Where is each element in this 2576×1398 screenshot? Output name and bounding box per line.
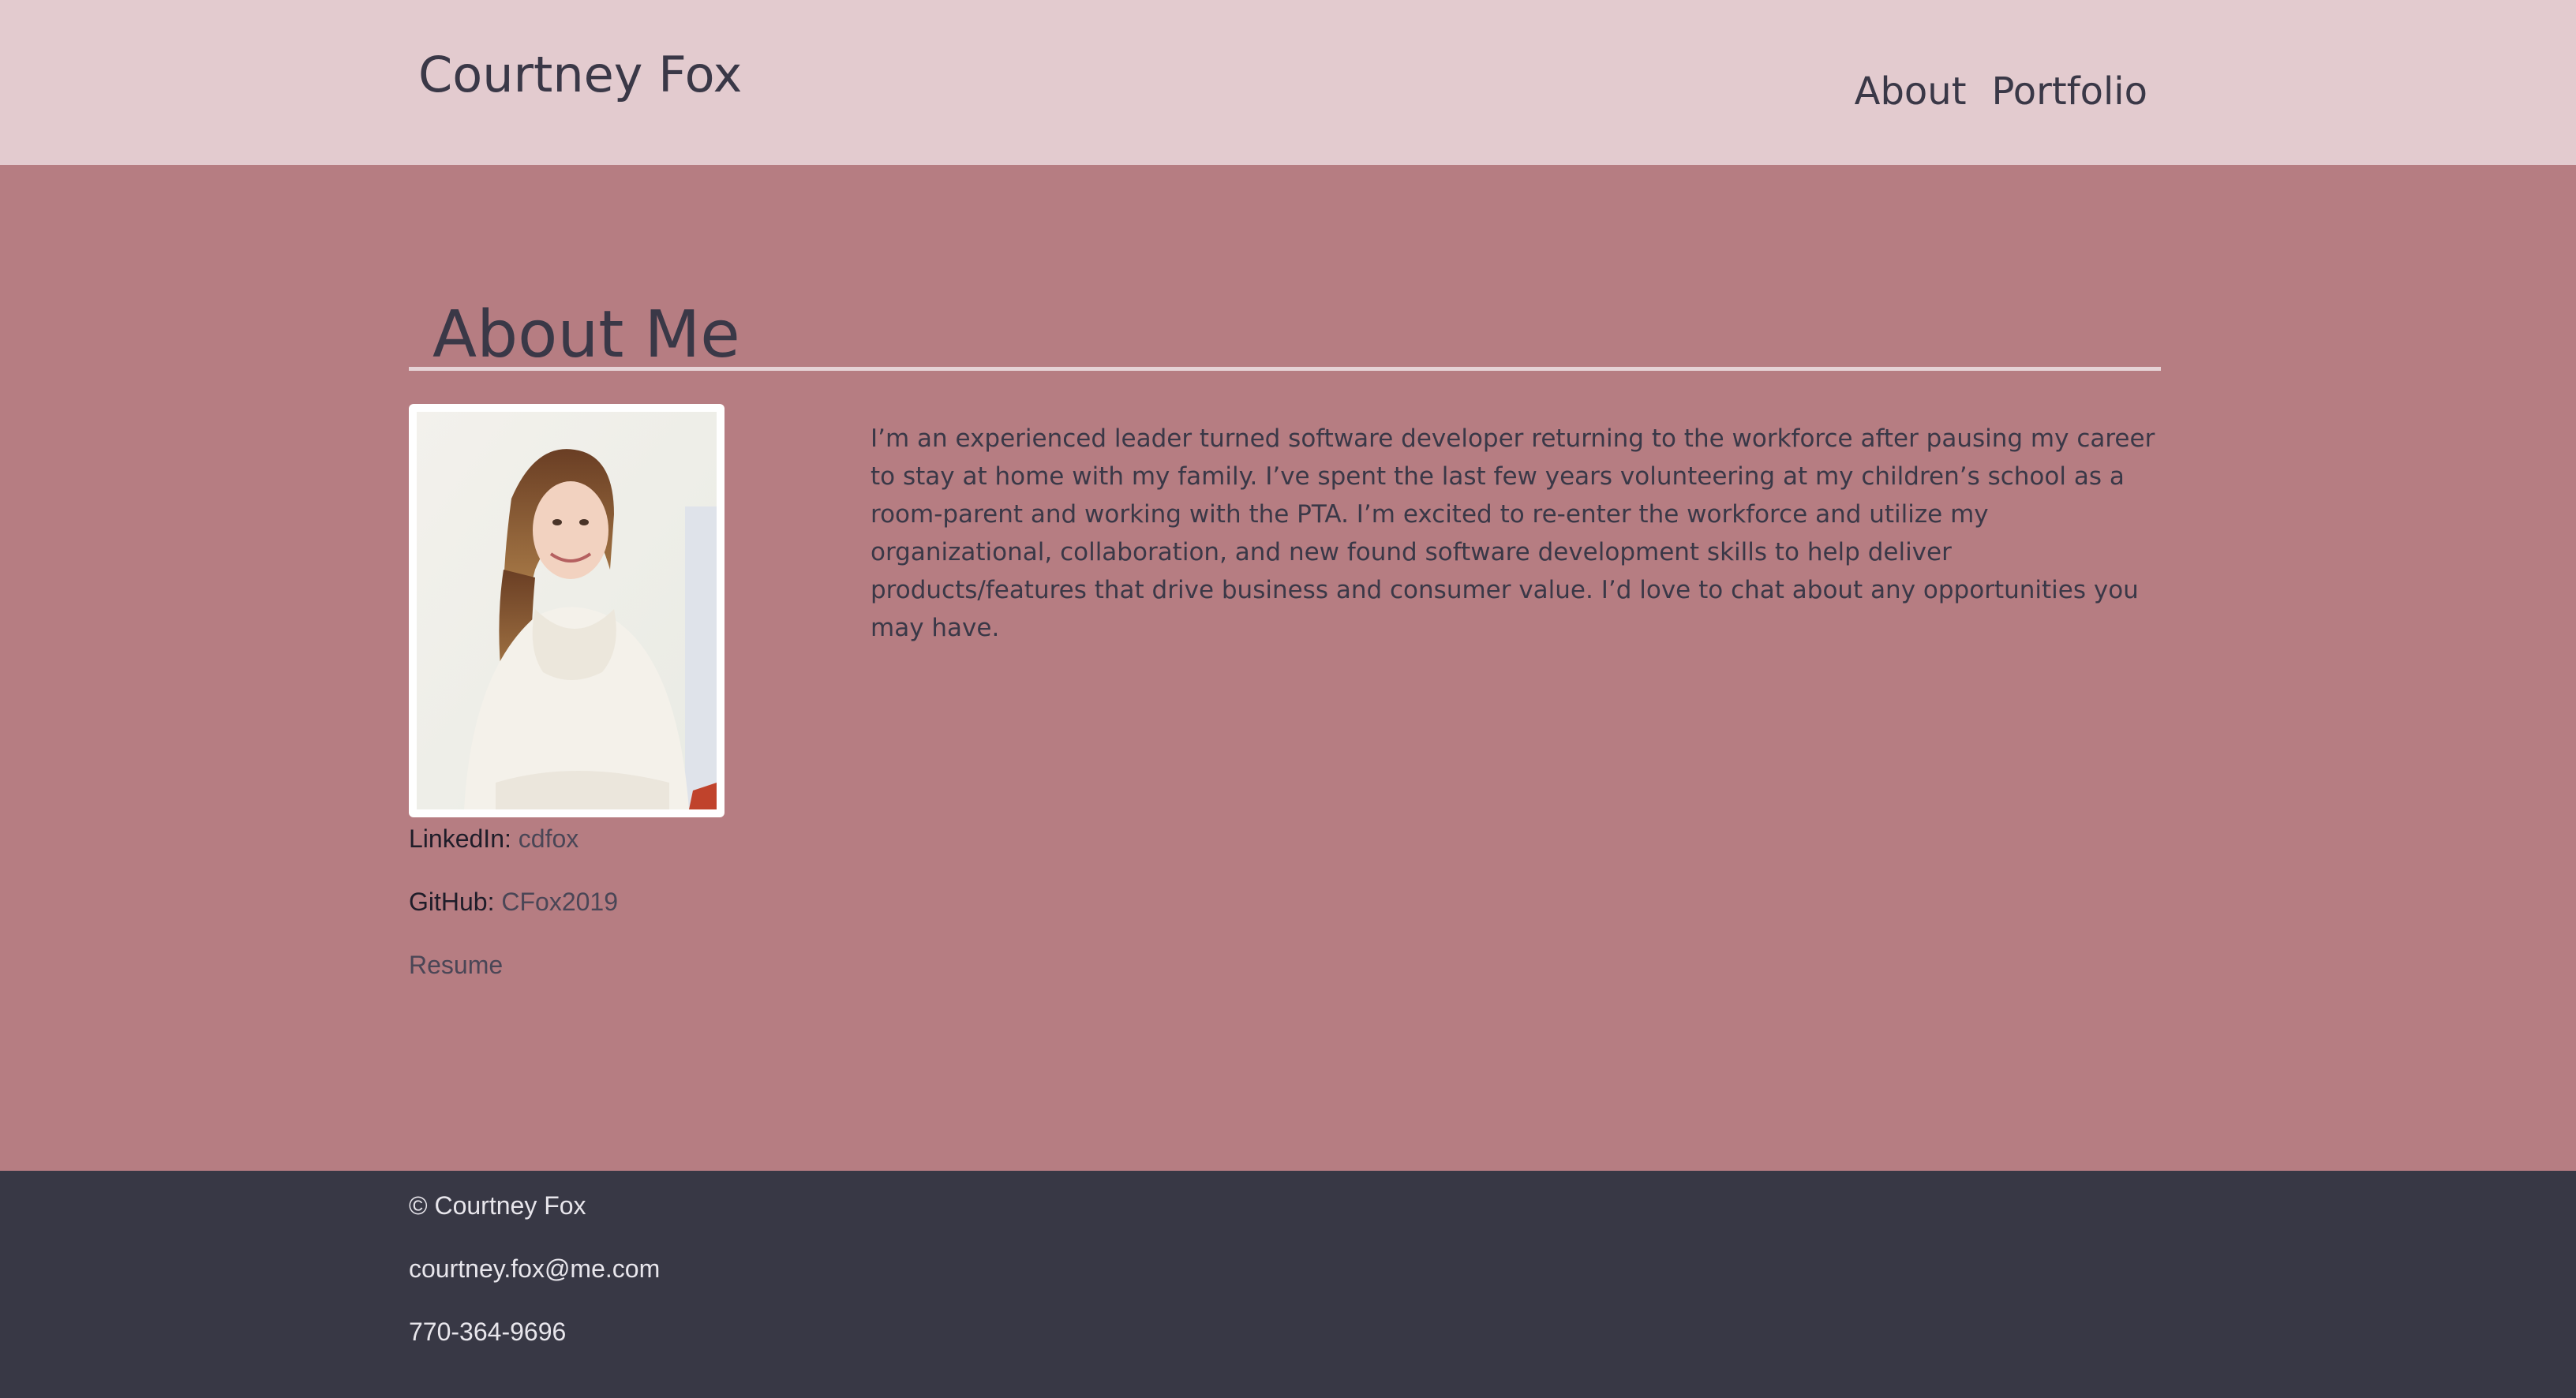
- linkedin-label: LinkedIn:: [409, 824, 511, 853]
- github-link[interactable]: CFox2019: [501, 888, 618, 916]
- resume-link[interactable]: Resume: [409, 951, 503, 979]
- linkedin-link[interactable]: cdfox: [519, 824, 578, 853]
- portrait-image: [417, 412, 717, 809]
- profile-photo: [409, 404, 724, 817]
- main-nav: About Portfolio: [1855, 69, 2147, 114]
- nav-link-portfolio[interactable]: Portfolio: [1992, 69, 2147, 114]
- footer-phone: 770-364-9696: [409, 1318, 567, 1346]
- nav-link-about[interactable]: About: [1855, 69, 1967, 114]
- site-title[interactable]: Courtney Fox: [418, 46, 742, 103]
- bio-text: I’m an experienced leader turned softwar…: [871, 424, 2155, 642]
- profile-links: LinkedIn: cdfox GitHub: CFox2019 Resume: [409, 823, 618, 1012]
- linkedin-row: LinkedIn: cdfox: [409, 823, 618, 854]
- footer-email: courtney.fox@me.com: [409, 1254, 661, 1283]
- about-section: About Me I’m an experienced leader turne…: [0, 165, 2576, 1171]
- footer-contact: © Courtney Fox courtney.fox@me.com 770-3…: [409, 1190, 660, 1379]
- heading-divider: [409, 367, 2161, 371]
- resume-row: Resume: [409, 949, 618, 981]
- github-label: GitHub:: [409, 888, 495, 916]
- section-heading: About Me: [432, 297, 740, 372]
- copyright-text: © Courtney Fox: [409, 1191, 586, 1220]
- github-row: GitHub: CFox2019: [409, 886, 618, 918]
- site-footer: © Courtney Fox courtney.fox@me.com 770-3…: [0, 1171, 2576, 1398]
- site-header: Courtney Fox About Portfolio: [0, 0, 2576, 165]
